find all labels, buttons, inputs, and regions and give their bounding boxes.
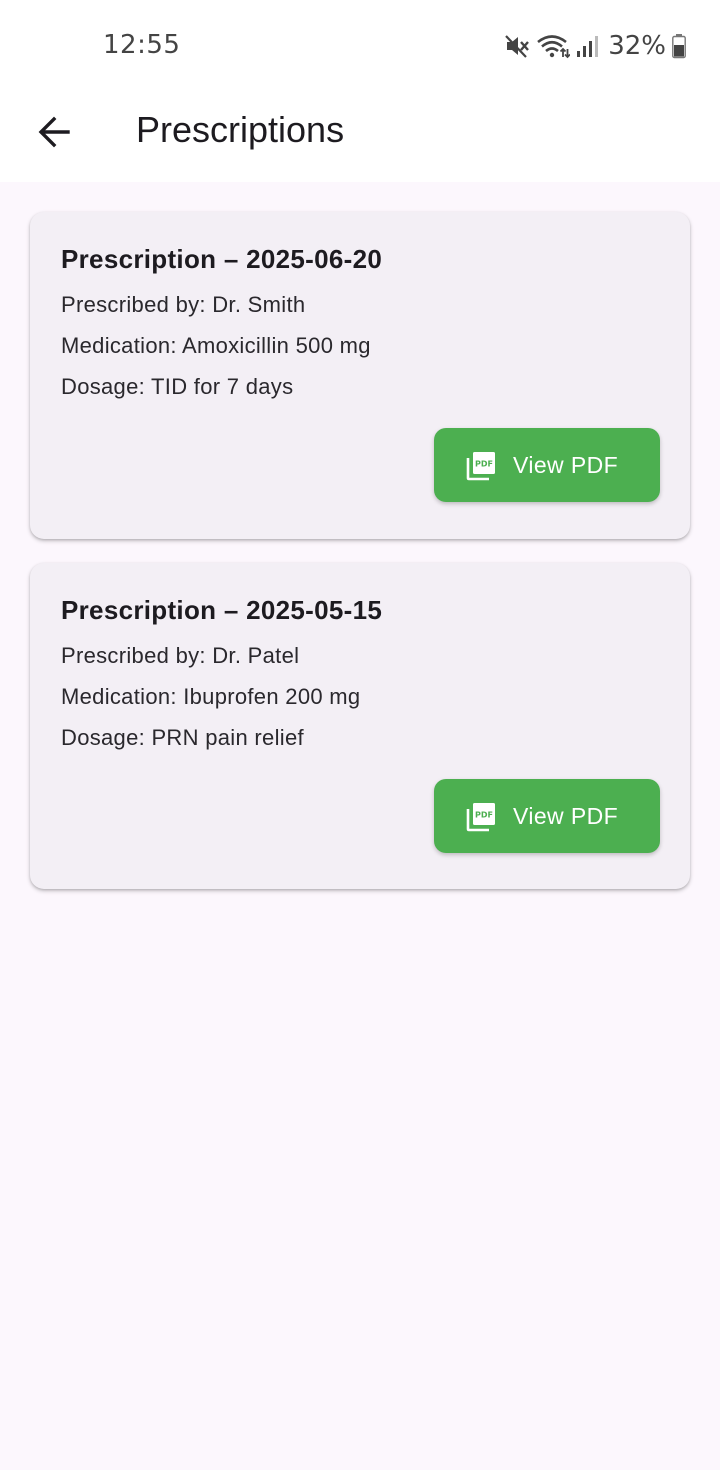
prescribed-by: Prescribed by: Dr. Patel <box>61 643 300 668</box>
wifi-icon <box>536 33 571 59</box>
view-pdf-button[interactable]: PDF View PDF <box>434 779 660 853</box>
view-pdf-label: View PDF <box>513 452 619 478</box>
medication: Medication: Ibuprofen 200 mg <box>61 684 361 709</box>
dosage: Dosage: PRN pain relief <box>61 725 304 750</box>
status-bar: 12:55 32% <box>0 0 720 92</box>
svg-text:PDF: PDF <box>475 460 493 469</box>
view-pdf-button[interactable]: PDF View PDF <box>434 428 660 502</box>
mute-icon <box>504 33 530 59</box>
signal-icon <box>576 33 599 59</box>
battery-icon <box>672 33 686 59</box>
prescription-title: Prescription – 2025-05-15 <box>61 595 383 625</box>
prescribed-by: Prescribed by: Dr. Smith <box>61 292 306 317</box>
dosage: Dosage: TID for 7 days <box>61 374 294 399</box>
arrow-back-icon <box>37 115 71 154</box>
battery-percent: 32% <box>608 31 666 61</box>
prescription-card: Prescription – 2025-06-20 Prescribed by:… <box>30 212 690 539</box>
app-bar: Prescriptions <box>0 92 720 182</box>
status-time: 12:55 <box>103 30 181 60</box>
svg-text:PDF: PDF <box>475 811 493 820</box>
medication: Medication: Amoxicillin 500 mg <box>61 333 371 358</box>
status-icons: 32% <box>504 30 686 62</box>
view-pdf-label: View PDF <box>513 803 619 829</box>
prescription-title: Prescription – 2025-06-20 <box>61 244 383 274</box>
prescription-card: Prescription – 2025-05-15 Prescribed by:… <box>30 563 690 889</box>
back-button[interactable] <box>26 106 82 162</box>
page-title: Prescriptions <box>136 109 345 150</box>
picture-as-pdf-icon: PDF <box>466 802 496 832</box>
picture-as-pdf-icon: PDF <box>466 451 496 481</box>
